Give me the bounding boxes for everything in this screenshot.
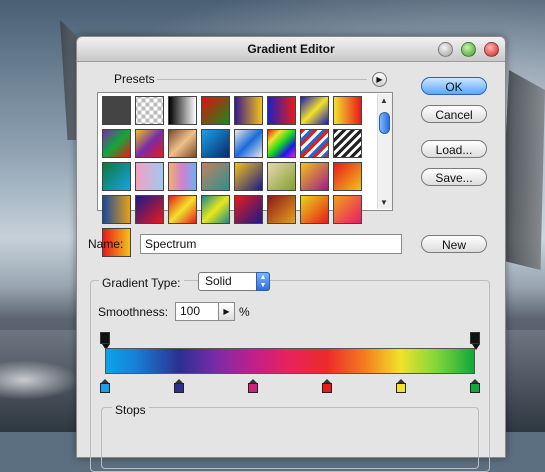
new-button[interactable]: New — [421, 235, 487, 253]
cancel-button[interactable]: Cancel — [421, 105, 487, 123]
color-stop[interactable] — [248, 379, 258, 393]
smoothness-label: Smoothness: — [98, 305, 169, 319]
preset-swatch[interactable] — [300, 195, 329, 224]
gradient-preview-bar[interactable] — [105, 348, 475, 374]
stop-color-chip — [174, 383, 184, 393]
stops-group — [101, 407, 479, 469]
play-triangle-icon: ▶ — [223, 307, 230, 316]
preset-swatch[interactable] — [300, 129, 329, 158]
presets-panel: ▲ ▼ — [97, 92, 393, 257]
preset-swatch[interactable] — [135, 195, 164, 224]
preset-swatch[interactable] — [201, 129, 230, 158]
background-foam — [0, 360, 80, 400]
preset-swatch[interactable] — [333, 129, 362, 158]
preset-swatch[interactable] — [333, 195, 362, 224]
zoom-button[interactable] — [461, 42, 476, 57]
smoothness-unit: % — [239, 305, 250, 319]
preset-swatch[interactable] — [300, 96, 329, 125]
preset-swatch[interactable] — [168, 195, 197, 224]
preset-swatch[interactable] — [201, 162, 230, 191]
preset-swatch[interactable] — [135, 129, 164, 158]
preset-swatch[interactable] — [168, 129, 197, 158]
gradient-type-label: Gradient Type: — [99, 276, 184, 290]
preset-swatch[interactable] — [102, 195, 131, 224]
preset-swatch[interactable] — [201, 96, 230, 125]
preset-swatch[interactable] — [267, 129, 296, 158]
preset-swatch[interactable] — [201, 195, 230, 224]
preset-swatch[interactable] — [267, 195, 296, 224]
ok-button[interactable]: OK — [421, 77, 487, 95]
color-stop[interactable] — [322, 379, 332, 393]
preset-swatch[interactable] — [102, 162, 131, 191]
presets-divider — [157, 79, 367, 80]
preset-swatch[interactable] — [135, 96, 164, 125]
stop-color-chip — [470, 383, 480, 393]
gradient-editor-dialog: Gradient Editor Presets ▶ ▲ ▼ OK Cancel … — [76, 36, 506, 472]
stop-color-chip — [100, 383, 110, 393]
preset-swatch[interactable] — [234, 162, 263, 191]
preset-swatch[interactable] — [267, 96, 296, 125]
stop-color-chip — [396, 383, 406, 393]
presets-menu-button[interactable]: ▶ — [372, 72, 387, 87]
color-stop[interactable] — [100, 379, 110, 393]
smoothness-popup-button[interactable]: ▶ — [218, 302, 235, 321]
stops-label: Stops — [112, 403, 149, 417]
preset-swatch[interactable] — [234, 129, 263, 158]
preset-swatch[interactable] — [234, 195, 263, 224]
title-bar[interactable]: Gradient Editor — [77, 37, 505, 62]
preset-swatch[interactable] — [102, 129, 131, 158]
play-triangle-icon: ▶ — [376, 75, 383, 84]
color-stop[interactable] — [174, 379, 184, 393]
preset-swatch[interactable] — [234, 96, 263, 125]
preset-swatch[interactable] — [168, 162, 197, 191]
preset-swatch[interactable] — [135, 162, 164, 191]
minimize-button[interactable] — [438, 42, 453, 57]
preset-swatch[interactable] — [300, 162, 329, 191]
scroll-up-icon[interactable]: ▲ — [380, 96, 388, 105]
name-input[interactable]: Spectrum — [140, 234, 402, 254]
gradient-type-select[interactable]: Solid ▲ ▼ — [198, 272, 270, 291]
select-arrows-icon: ▲ ▼ — [256, 272, 270, 291]
preset-swatch[interactable] — [168, 96, 197, 125]
save-button[interactable]: Save... — [421, 168, 487, 186]
preset-swatch[interactable] — [333, 162, 362, 191]
smoothness-input[interactable]: 100 — [175, 302, 221, 321]
close-button[interactable] — [484, 42, 499, 57]
color-stop[interactable] — [396, 379, 406, 393]
scroll-thumb[interactable] — [379, 112, 390, 134]
load-button[interactable]: Load... — [421, 140, 487, 158]
name-label: Name: — [88, 237, 124, 251]
preset-swatch[interactable] — [267, 162, 296, 191]
preset-swatch[interactable] — [102, 96, 131, 125]
gradient-type-value: Solid — [205, 274, 232, 288]
opacity-stop[interactable] — [100, 332, 110, 350]
presets-label: Presets — [114, 72, 155, 86]
stop-color-chip — [322, 383, 332, 393]
color-stop[interactable] — [470, 379, 480, 393]
preset-swatch[interactable] — [333, 96, 362, 125]
presets-scrollbar[interactable]: ▲ ▼ — [377, 94, 392, 209]
opacity-stop[interactable] — [470, 332, 480, 350]
scroll-down-icon[interactable]: ▼ — [380, 198, 388, 207]
stop-color-chip — [248, 383, 258, 393]
